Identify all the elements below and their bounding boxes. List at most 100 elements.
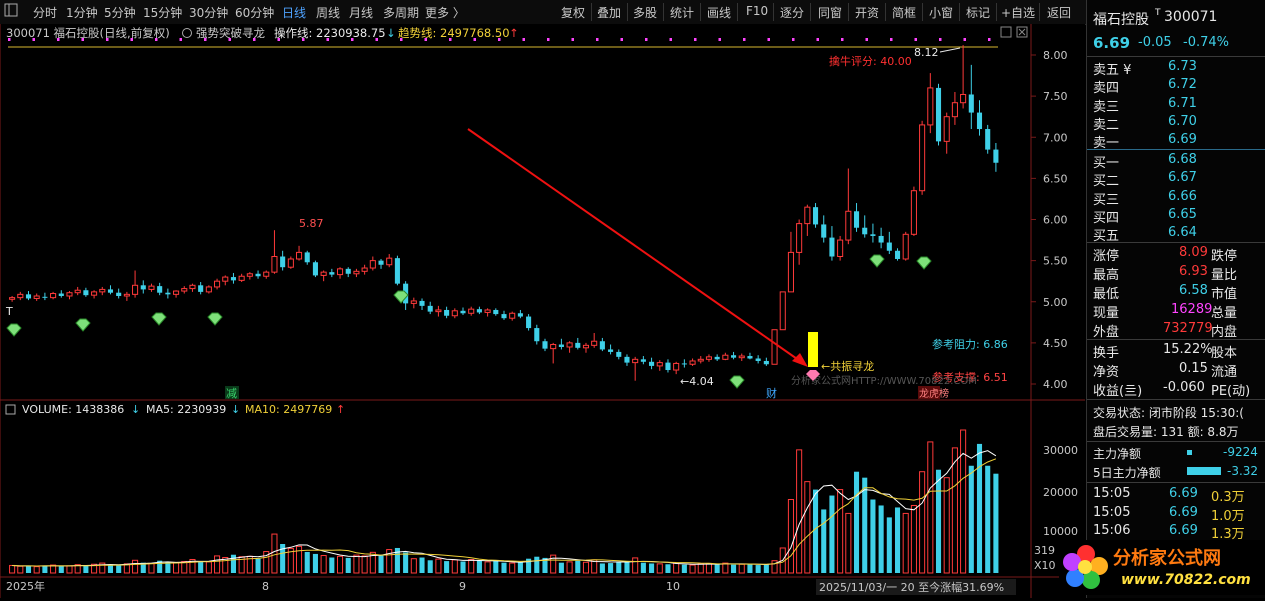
op-line-arrow: ↓ (386, 26, 396, 40)
signal-mark (424, 38, 427, 41)
tab-timeshare[interactable]: 分时 (33, 4, 57, 21)
candle (460, 307, 466, 315)
volume-bar (66, 565, 73, 574)
tab-daily[interactable]: 日线 (282, 4, 306, 21)
stat-row-cell: 外盘 (1093, 325, 1120, 340)
signal-mark (228, 38, 231, 41)
event-mark-cai[interactable]: 财 (766, 386, 777, 400)
volume-bar (534, 556, 540, 573)
diamond-signal-icon (729, 375, 745, 389)
candle (173, 290, 180, 298)
chart-window-controls[interactable] (1000, 26, 1028, 38)
volume-bar (665, 564, 671, 573)
tab-15min[interactable]: 15分钟 (143, 4, 182, 21)
stock-code: 300071 (1164, 9, 1218, 25)
stat-row-cell: 8.09 (1179, 245, 1208, 260)
btn-same-window[interactable]: 同窗 (818, 4, 842, 21)
volume-bar (870, 499, 876, 573)
volume-bar (862, 477, 868, 573)
last-price: 6.69 (1093, 34, 1131, 52)
btn-tick[interactable]: 逐分 (780, 4, 804, 21)
chart-pane[interactable]: 300071 福石控股(日线,前复权) 强势突破寻龙 操作线: 2230938.… (0, 24, 1085, 598)
kline-chart[interactable]: 300071 福石控股(日线,前复权) 强势突破寻龙 操作线: 2230938.… (0, 24, 1085, 598)
volume-bar (976, 443, 983, 573)
volume-bar (378, 554, 384, 573)
volume-bar (173, 562, 180, 574)
price-axis: 8.00 7.50 7.00 6.50 6.00 5.50 5.00 4.50 4.00 (1031, 49, 1068, 391)
volume-bar (198, 561, 204, 573)
btn-statistics[interactable]: 统计 (670, 4, 694, 21)
candle (165, 288, 171, 299)
tab-60min[interactable]: 60分钟 (235, 4, 274, 21)
btn-open-funds[interactable]: 开资 (855, 4, 879, 21)
date-label-10: 10 (666, 580, 680, 593)
tick-row-cell: 15:05 (1093, 486, 1131, 501)
low-price-label: ←4.04 (680, 375, 714, 388)
candle (689, 358, 696, 366)
candle (378, 258, 384, 269)
tab-weekly[interactable]: 周线 (316, 4, 340, 21)
tick-row-cell: 6.69 (1169, 486, 1198, 501)
tab-5min[interactable]: 5分钟 (104, 4, 136, 21)
stat-row-cell: 732779 (1163, 321, 1213, 336)
high-price-label: 8.12 (914, 46, 939, 59)
tab-monthly[interactable]: 月线 (349, 4, 373, 21)
volume-bar (58, 566, 64, 573)
volume-bar (673, 562, 680, 574)
more-menu[interactable]: 更多 〉 (425, 4, 465, 21)
signal-mark (988, 38, 991, 41)
candle (189, 283, 196, 292)
volume-bar (33, 566, 40, 574)
candle (157, 282, 163, 296)
btn-draw[interactable]: 画线 (707, 4, 731, 21)
candle (853, 203, 860, 232)
ask-row-cell: 卖二 (1093, 117, 1120, 133)
price-axis-label: 6.00 (1043, 214, 1068, 227)
volume-bar (812, 489, 819, 573)
bid-row-cell: 买二 (1093, 174, 1120, 190)
volume-bar (205, 561, 212, 574)
candle (58, 290, 64, 298)
volume-bar (681, 564, 687, 573)
btn-back[interactable]: 返回 (1047, 4, 1071, 21)
signal-mark (890, 38, 893, 41)
btn-multi-stock[interactable]: 多股 (633, 4, 657, 21)
tab-30min[interactable]: 30分钟 (189, 4, 228, 21)
price-change-pct: -0.74% (1183, 35, 1229, 50)
signal-marks-top (8, 38, 991, 41)
tab-multi-period[interactable]: 多周期 (383, 4, 419, 21)
volume-bar (624, 561, 630, 573)
tick-row: 15:06 6.69 1.3万 (1087, 522, 1265, 542)
btn-mark[interactable]: 标记 (966, 4, 990, 21)
volume-bar (476, 560, 482, 573)
btn-adjust[interactable]: 复权 (561, 4, 585, 21)
candle (83, 287, 89, 297)
stat-row: 涨停 8.09 跌停 (1087, 244, 1265, 264)
price-axis-label: 6.50 (1043, 172, 1068, 185)
btn-overlay[interactable]: 叠加 (597, 4, 621, 21)
btn-add-favorite[interactable]: +自选 (1001, 4, 1035, 21)
candle (116, 288, 122, 299)
main-net-label: 主力净额 (1093, 447, 1142, 461)
volume-bar (910, 504, 917, 574)
signal-mark (963, 38, 966, 41)
ma5-value: MA5: 2230939 (146, 403, 226, 416)
signal-mark (865, 38, 868, 41)
btn-simple-frame[interactable]: 简框 (892, 4, 916, 21)
stat2-row: 收益(亖) -0.060 PE(动) (1087, 379, 1265, 399)
candle (935, 83, 942, 146)
btn-small-window[interactable]: 小窗 (929, 4, 953, 21)
candle (550, 342, 557, 364)
sidebar-toggle-icon[interactable] (4, 3, 18, 20)
candle (649, 357, 655, 370)
btn-f10[interactable]: F10 (746, 4, 768, 18)
indicator-settings-icon[interactable] (182, 28, 192, 38)
signal-mark (351, 38, 354, 41)
stat-row: 最高 6.93 量比 (1087, 263, 1265, 283)
price-axis-label: 4.00 (1043, 378, 1068, 391)
volume-bar (501, 562, 507, 573)
candle (493, 308, 499, 316)
stat2-row-cell: 换手 (1093, 346, 1120, 361)
tab-1min[interactable]: 1分钟 (66, 4, 98, 21)
main5-value: -3.32 (1227, 464, 1259, 478)
